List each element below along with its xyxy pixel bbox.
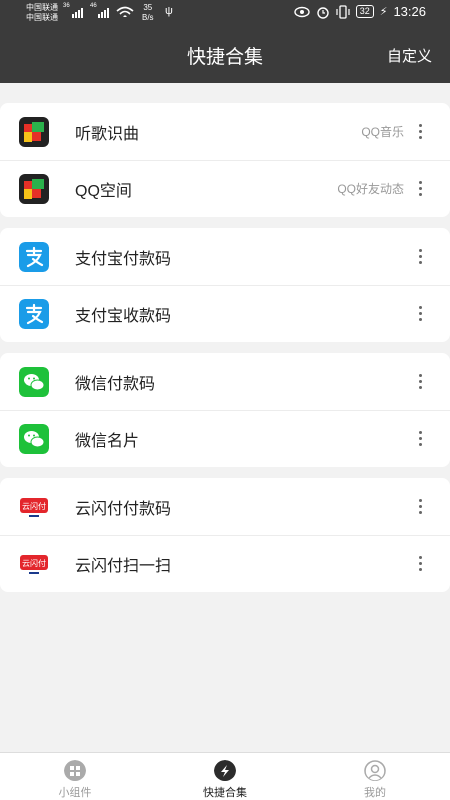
shortcut-subtitle: QQ音乐 xyxy=(361,125,404,139)
shortcut-row[interactable]: 支付宝收款码 xyxy=(0,285,450,342)
widget-icon xyxy=(64,760,86,781)
alipay-icon xyxy=(19,241,49,272)
network-speed: 35 B/s xyxy=(142,3,154,23)
tab-widgets[interactable]: 小组件 xyxy=(0,753,150,800)
shortcut-group-unionpay: 云闪付 云闪付付款码 云闪付 云闪付扫一扫 xyxy=(0,478,450,592)
shortcut-icon xyxy=(214,760,236,781)
signal-icon-2 xyxy=(98,8,109,18)
wifi-icon xyxy=(116,6,134,17)
more-options-icon[interactable] xyxy=(414,179,426,199)
vibrate-icon xyxy=(336,4,350,19)
app-header: 快捷合集 自定义 xyxy=(0,27,450,83)
status-right: 32 ⚡ 13:26 xyxy=(294,4,426,19)
more-options-icon[interactable] xyxy=(414,497,426,517)
wechat-icon xyxy=(19,423,49,454)
more-options-icon[interactable] xyxy=(414,122,426,142)
usb-icon: ψ xyxy=(165,5,173,17)
shortcut-row[interactable]: 听歌识曲 QQ音乐 xyxy=(0,103,450,160)
status-bar: 中国联通 中国联通 36 46 35 B/s ψ 32 ⚡ 13:26 xyxy=(0,0,450,27)
speed-value: 35 xyxy=(143,3,153,12)
carrier-info: 中国联通 中国联通 xyxy=(26,3,58,23)
charging-icon: ⚡ xyxy=(379,6,388,18)
shortcut-label: 云闪付扫一扫 xyxy=(75,557,172,575)
svg-text:云闪付: 云闪付 xyxy=(22,501,46,511)
more-options-icon[interactable] xyxy=(414,554,426,574)
eye-icon xyxy=(294,6,310,17)
shortcut-list: 听歌识曲 QQ音乐 QQ空间 QQ好友动态 支付宝付款码 支付宝收款码 微信付款… xyxy=(0,103,450,603)
shortcut-label: 支付宝付款码 xyxy=(75,250,172,268)
customize-button[interactable]: 自定义 xyxy=(387,45,432,66)
clock-time: 13:26 xyxy=(393,4,426,19)
qq-music-icon xyxy=(19,116,49,147)
unionpay-icon: 云闪付 xyxy=(19,491,49,522)
shortcut-group-alipay: 支付宝付款码 支付宝收款码 xyxy=(0,228,450,342)
signal-icon xyxy=(72,8,83,18)
shortcut-label: 听歌识曲 xyxy=(75,125,140,143)
alarm-icon xyxy=(317,6,329,19)
more-options-icon[interactable] xyxy=(414,429,426,449)
shortcut-label: QQ空间 xyxy=(75,182,132,200)
more-options-icon[interactable] xyxy=(414,372,426,392)
battery-level: 32 xyxy=(355,5,374,18)
shortcut-group-qq: 听歌识曲 QQ音乐 QQ空间 QQ好友动态 xyxy=(0,103,450,217)
tab-label: 快捷合集 xyxy=(203,787,247,799)
shortcut-row[interactable]: QQ空间 QQ好友动态 xyxy=(0,160,450,217)
carrier-2: 中国联通 xyxy=(26,13,58,22)
shortcut-row[interactable]: 云闪付 云闪付扫一扫 xyxy=(0,535,450,592)
shortcut-row[interactable]: 微信付款码 xyxy=(0,353,450,410)
shortcut-subtitle: QQ好友动态 xyxy=(337,182,404,196)
network-type-2: 46 xyxy=(90,3,97,9)
tab-label: 我的 xyxy=(364,787,386,799)
shortcut-label: 云闪付付款码 xyxy=(75,500,172,518)
shortcut-row[interactable]: 云闪付 云闪付付款码 xyxy=(0,478,450,535)
shortcut-label: 支付宝收款码 xyxy=(75,307,172,325)
qq-music-icon xyxy=(19,173,49,204)
shortcut-row[interactable]: 支付宝付款码 xyxy=(0,228,450,285)
network-type-1: 36 xyxy=(63,3,70,9)
profile-icon xyxy=(364,760,386,781)
shortcut-label: 微信付款码 xyxy=(75,375,156,393)
tab-profile[interactable]: 我的 xyxy=(300,753,450,800)
wechat-icon xyxy=(19,366,49,397)
more-options-icon[interactable] xyxy=(414,247,426,267)
alipay-icon xyxy=(19,298,49,329)
shortcut-group-wechat: 微信付款码 微信名片 xyxy=(0,353,450,467)
shortcut-label: 微信名片 xyxy=(75,432,140,450)
speed-unit: B/s xyxy=(142,13,154,22)
tab-label: 小组件 xyxy=(58,787,92,799)
bottom-nav: 小组件 快捷合集 我的 xyxy=(0,752,450,800)
unionpay-icon: 云闪付 xyxy=(19,548,49,579)
page-title: 快捷合集 xyxy=(186,47,263,68)
shortcut-row[interactable]: 微信名片 xyxy=(0,410,450,467)
carrier-1: 中国联通 xyxy=(26,3,58,12)
tab-shortcuts[interactable]: 快捷合集 xyxy=(150,753,300,800)
more-options-icon[interactable] xyxy=(414,304,426,324)
svg-text:云闪付: 云闪付 xyxy=(22,558,46,568)
